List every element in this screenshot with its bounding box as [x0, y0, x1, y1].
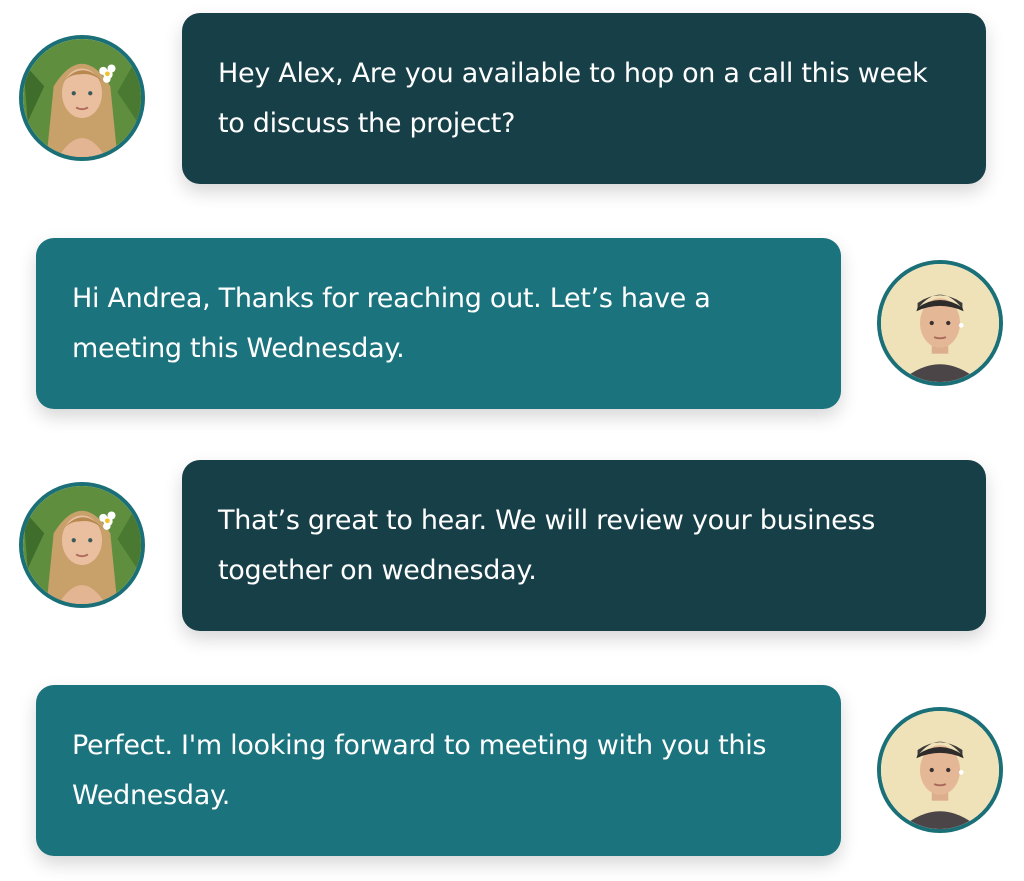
alex-avatar — [877, 260, 1003, 386]
man-with-cap-avatar-icon — [881, 711, 999, 829]
message-text: Hey Alex, Are you available to hop on a … — [218, 57, 928, 139]
alex-avatar — [877, 707, 1003, 833]
woman-with-flower-avatar-icon — [23, 486, 141, 604]
message-bubble-andrea: That’s great to hear. We will review you… — [182, 460, 986, 631]
andrea-avatar — [19, 482, 145, 608]
message-bubble-andrea: Hey Alex, Are you available to hop on a … — [182, 13, 986, 184]
man-with-cap-avatar-icon — [881, 264, 999, 382]
chat-conversation: Hey Alex, Are you available to hop on a … — [0, 0, 1024, 881]
message-text: That’s great to hear. We will review you… — [218, 504, 876, 586]
message-bubble-alex: Perfect. I'm looking forward to meeting … — [36, 685, 841, 856]
message-bubble-alex: Hi Andrea, Thanks for reaching out. Let’… — [36, 238, 841, 409]
message-text: Perfect. I'm looking forward to meeting … — [72, 729, 767, 811]
woman-with-flower-avatar-icon — [23, 39, 141, 157]
andrea-avatar — [19, 35, 145, 161]
message-text: Hi Andrea, Thanks for reaching out. Let’… — [72, 282, 711, 364]
